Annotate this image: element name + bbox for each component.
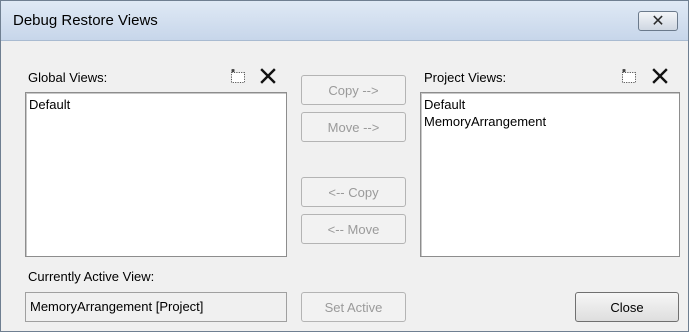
list-item[interactable]: MemoryArrangement [424, 113, 676, 130]
set-active-button[interactable]: Set Active [301, 292, 406, 322]
copy-to-project-button[interactable]: Copy --> [301, 75, 406, 105]
delete-icon [652, 68, 668, 84]
copy-to-global-button[interactable]: <-- Copy [301, 177, 406, 207]
move-to-project-button[interactable]: Move --> [301, 112, 406, 142]
active-view-field: MemoryArrangement [Project] [25, 292, 287, 322]
debug-restore-views-dialog: Debug Restore Views ✕ Global Views: Defa… [0, 0, 689, 332]
project-views-label: Project Views: [424, 70, 507, 85]
close-icon: ✕ [651, 13, 665, 30]
global-views-list[interactable]: Default [25, 92, 287, 257]
delete-icon [260, 68, 276, 84]
global-views-label: Global Views: [28, 70, 108, 85]
title-bar: Debug Restore Views ✕ [1, 1, 688, 41]
new-view-icon [622, 68, 636, 83]
window-title: Debug Restore Views [13, 12, 158, 29]
project-delete-view-button[interactable] [647, 65, 673, 87]
project-views-list[interactable]: Default MemoryArrangement [420, 92, 680, 257]
window-close-button[interactable]: ✕ [638, 11, 678, 31]
active-view-label: Currently Active View: [28, 269, 155, 284]
project-new-view-button[interactable] [616, 65, 642, 87]
new-view-icon [231, 68, 245, 83]
list-item[interactable]: Default [424, 96, 676, 113]
move-to-global-button[interactable]: <-- Move [301, 214, 406, 244]
global-delete-view-button[interactable] [255, 65, 281, 87]
global-new-view-button[interactable] [225, 65, 251, 87]
close-button[interactable]: Close [575, 292, 679, 322]
list-item[interactable]: Default [29, 96, 283, 113]
